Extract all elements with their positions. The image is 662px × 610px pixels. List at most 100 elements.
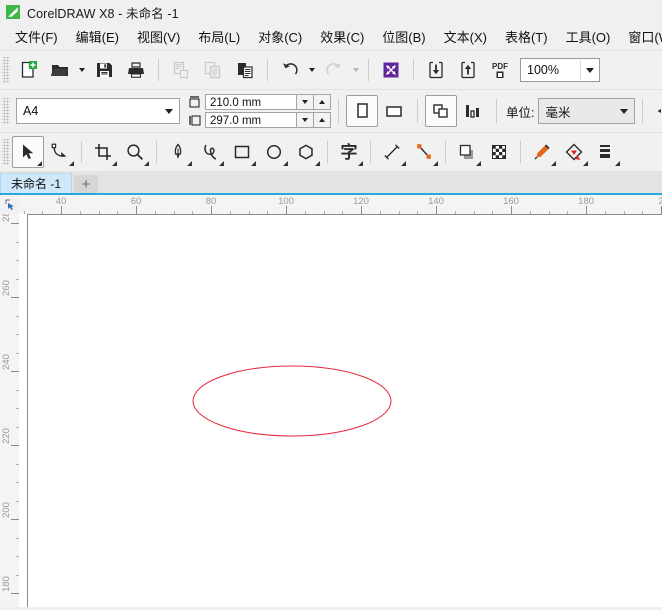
page-height-spinner[interactable] [297, 112, 331, 128]
shadow-tool[interactable] [451, 136, 483, 168]
propertybar-grip[interactable] [2, 98, 10, 124]
pick-tool-flyout-icon[interactable] [37, 161, 42, 166]
export-icon[interactable] [452, 54, 484, 86]
shadow-tool-flyout-icon[interactable] [476, 161, 481, 166]
copy-icon[interactable] [197, 54, 229, 86]
text-tool[interactable]: 字 [333, 136, 365, 168]
toolbar-grip[interactable] [2, 57, 10, 83]
menu-edit[interactable]: 编辑(E) [67, 24, 128, 50]
pen-tool[interactable] [162, 136, 194, 168]
menu-view[interactable]: 视图(V) [128, 24, 189, 50]
toolbox-grip[interactable] [2, 139, 10, 165]
rectangle-tool-flyout-icon[interactable] [251, 161, 256, 166]
units-combobox[interactable]: 毫米 [538, 98, 636, 124]
redo-icon[interactable] [318, 54, 350, 86]
zoom-tool[interactable] [119, 136, 151, 168]
document-tab-untitled-1[interactable]: 未命名 -1 [0, 173, 73, 193]
toolbox-separator-2 [156, 141, 157, 163]
new-document-icon[interactable] [12, 54, 44, 86]
zoom-tool-flyout-icon[interactable] [144, 161, 149, 166]
export-pdf-icon[interactable]: PDF [484, 54, 516, 86]
polygon-tool-flyout-icon[interactable] [315, 161, 320, 166]
ellipse-tool[interactable] [258, 136, 290, 168]
outline-tool[interactable] [590, 136, 622, 168]
redo-dropdown-arrow-icon[interactable] [350, 55, 362, 85]
print-icon[interactable] [120, 54, 152, 86]
page-height-spin-up-icon[interactable] [314, 112, 331, 128]
menu-effects[interactable]: 效果(C) [311, 24, 373, 50]
menu-bitmaps[interactable]: 位图(B) [373, 24, 434, 50]
menu-tools[interactable]: 工具(O) [557, 24, 620, 50]
menu-table[interactable]: 表格(T) [496, 24, 557, 50]
zoom-dropdown-arrow-icon[interactable] [580, 60, 599, 80]
crop-tool-flyout-icon[interactable] [112, 161, 117, 166]
hruler-label-60: 60 [130, 196, 142, 207]
menu-bar: 文件(F) 编辑(E) 视图(V) 布局(L) 对象(C) 效果(C) 位图(B… [0, 24, 662, 50]
import-icon[interactable] [420, 54, 452, 86]
shape-tool-flyout-icon[interactable] [69, 161, 74, 166]
freehand-tool-flyout-icon[interactable] [219, 161, 224, 166]
page-size-value: A4 [23, 104, 39, 118]
save-icon[interactable] [88, 54, 120, 86]
svg-text:字: 字 [341, 142, 358, 162]
menu-file[interactable]: 文件(F) [6, 24, 67, 50]
dimension-tool[interactable] [376, 136, 408, 168]
document-tab-bar: 未命名 -1 + [0, 171, 662, 195]
color-eyedropper-tool[interactable] [526, 136, 558, 168]
rectangle-tool[interactable] [226, 136, 258, 168]
ruler-origin-icon[interactable] [0, 195, 19, 214]
transparency-tool[interactable] [483, 136, 515, 168]
landscape-icon[interactable] [378, 95, 410, 127]
freehand-tool[interactable] [194, 136, 226, 168]
new-document-tab-button[interactable]: + [74, 175, 99, 193]
pen-tool-flyout-icon[interactable] [187, 161, 192, 166]
propertybar-separator-1 [338, 99, 339, 123]
menu-window[interactable]: 窗口(W) [619, 24, 662, 50]
portrait-icon[interactable] [346, 95, 378, 127]
eyedropper-tool-flyout-icon[interactable] [551, 161, 556, 166]
menu-object[interactable]: 对象(C) [249, 24, 311, 50]
open-folder-icon[interactable] [44, 54, 76, 86]
paste-icon[interactable] [229, 54, 261, 86]
shape-tool[interactable] [44, 136, 76, 168]
zoom-level-combobox[interactable]: 100% [520, 58, 600, 82]
ellipse-shape[interactable] [192, 365, 392, 437]
page-layout-icon[interactable] [457, 95, 489, 127]
dimension-tool-flyout-icon[interactable] [401, 161, 406, 166]
page-width-field[interactable]: 210.0 mm [205, 94, 297, 110]
interactive-fill-tool[interactable] [558, 136, 590, 168]
menu-text[interactable]: 文本(X) [435, 24, 496, 50]
connector-tool[interactable] [408, 136, 440, 168]
page-size-combobox[interactable]: A4 [16, 98, 180, 124]
drawing-canvas[interactable] [19, 214, 662, 607]
page-dimensions-group: 210.0 mm 297.0 mm [187, 93, 331, 129]
text-tool-flyout-icon[interactable] [358, 161, 363, 166]
page-height-field[interactable]: 297.0 mm [205, 112, 297, 128]
page-height-spin-down-icon[interactable] [297, 112, 314, 128]
outline-tool-flyout-icon[interactable] [615, 161, 620, 166]
all-pages-icon[interactable] [425, 95, 457, 127]
pick-tool[interactable] [12, 136, 44, 168]
zoom-to-fit-icon[interactable] [375, 54, 407, 86]
fill-tool-flyout-icon[interactable] [583, 161, 588, 166]
coreldraw-logo-icon [5, 4, 21, 20]
open-dropdown-arrow-icon[interactable] [76, 55, 88, 85]
menu-layout[interactable]: 布局(L) [189, 24, 249, 50]
page-width-spin-down-icon[interactable] [297, 94, 314, 110]
connector-tool-flyout-icon[interactable] [433, 161, 438, 166]
cut-icon[interactable] [165, 54, 197, 86]
undo-icon[interactable] [274, 54, 306, 86]
toolbox-separator-3 [327, 141, 328, 163]
page-width-spin-up-icon[interactable] [314, 94, 331, 110]
hruler-label-140: 140 [428, 196, 444, 207]
vertical-ruler[interactable]: 280 260 240 220 200 180 [0, 214, 20, 607]
page-width-spinner[interactable] [297, 94, 331, 110]
ellipse-tool-flyout-icon[interactable] [283, 161, 288, 166]
units-value: 毫米 [545, 105, 571, 120]
page-size-dropdown-arrow-icon[interactable] [159, 100, 179, 122]
polygon-tool[interactable] [290, 136, 322, 168]
crop-tool[interactable] [87, 136, 119, 168]
units-dropdown-arrow-icon[interactable] [614, 100, 634, 122]
horizontal-ruler[interactable]: 40 60 80 100 120 140 160 180 2 [19, 195, 662, 215]
undo-dropdown-arrow-icon[interactable] [306, 55, 318, 85]
